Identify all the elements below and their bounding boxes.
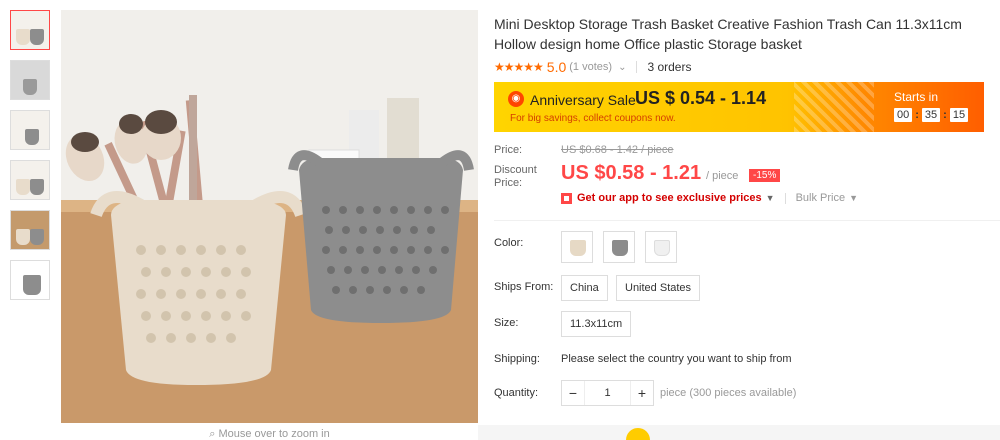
chevron-down-icon[interactable]: ⌄ (618, 62, 626, 73)
bottom-strip (478, 425, 1000, 440)
per-unit: / piece (706, 170, 739, 182)
quantity-increase-button[interactable]: + (631, 381, 653, 405)
sale-price: US $ 0.54 - 1.14 (635, 88, 767, 108)
thumbnail-list (10, 10, 54, 310)
price-label: Price: (494, 144, 523, 156)
quantity-decrease-button[interactable]: − (562, 381, 584, 405)
product-title: Mini Desktop Storage Trash Basket Creati… (494, 16, 962, 52)
color-swatch-grey[interactable] (603, 231, 635, 263)
countdown-timer: 00 : 35 : 15 (894, 108, 969, 122)
product-info: Mini Desktop Storage Trash Basket Creati… (494, 14, 994, 76)
quantity-label: Quantity: (494, 387, 539, 399)
product-photo (61, 10, 478, 423)
caret-down-icon[interactable]: ▼ (849, 193, 858, 203)
banner-stripes (794, 82, 874, 132)
orders-count: 3 orders (647, 60, 692, 74)
color-label: Color: (494, 237, 524, 249)
shipping-text: Please select the country you want to sh… (561, 353, 792, 365)
thumbnail-3[interactable] (10, 110, 50, 150)
divider (784, 192, 786, 204)
color-swatch-white[interactable] (645, 231, 677, 263)
color-swatch-beige[interactable] (561, 231, 593, 263)
product-page: ⌕ Mouse over to zoom in Mini Desktop Sto… (0, 0, 1000, 440)
timer-sep: : (915, 109, 919, 121)
starts-in-label: Starts in (894, 90, 939, 104)
rating-row: ★★★★★ 5.0 (1 votes) ⌄ 3 orders (494, 58, 994, 76)
sale-subtext: For big savings, collect coupons now. (510, 113, 676, 124)
thumbnail-2[interactable] (10, 60, 50, 100)
shipping-label: Shipping: (494, 353, 540, 365)
availability-text: piece (300 pieces available) (660, 387, 797, 399)
star-rating-icon[interactable]: ★★★★★ (494, 60, 544, 74)
app-promo-row: Get our app to see exclusive prices ▼ Bu… (561, 192, 858, 204)
ships-from-label: Ships From: (494, 281, 554, 293)
sale-pin-icon: ◉ (508, 91, 524, 107)
discount-badge: -15% (749, 169, 781, 182)
timer-seconds: 15 (949, 108, 969, 122)
zoom-hint-text: Mouse over to zoom in (218, 428, 330, 440)
zoom-hint: ⌕ Mouse over to zoom in (61, 428, 478, 440)
thumbnail-4[interactable] (10, 160, 50, 200)
timer-minutes: 35 (921, 108, 941, 122)
section-divider (494, 220, 1000, 221)
size-option-11-3x11cm[interactable]: 11.3x11cm (561, 311, 632, 337)
size-label: Size: (494, 317, 519, 329)
discount-price: US $0.58 - 1.21 (561, 162, 702, 184)
ships-from-china[interactable]: China (561, 275, 608, 301)
timer-hours: 00 (894, 108, 913, 122)
caret-down-icon[interactable]: ▼ (766, 193, 775, 203)
qr-code-icon (561, 192, 572, 204)
app-promo-link[interactable]: Get our app to see exclusive prices (577, 192, 762, 204)
thumbnail-6[interactable] (10, 260, 50, 300)
original-price: US $0.68 - 1.42 / piece (561, 144, 674, 156)
votes-link[interactable]: (1 votes) (569, 61, 612, 73)
sale-name: Anniversary Sale (530, 92, 636, 108)
timer-sep: : (943, 109, 947, 121)
ships-from-united-states[interactable]: United States (616, 275, 701, 301)
thumbnail-1[interactable] (10, 10, 50, 50)
divider (636, 61, 638, 73)
bulk-price-dropdown[interactable]: Bulk Price (796, 192, 846, 204)
anniversary-sale-banner: ◉ Anniversary Sale US $ 0.54 - 1.14 For … (494, 82, 984, 132)
discount-price-label: Discount Price: (494, 164, 537, 189)
quantity-stepper: − 1 + (561, 380, 654, 406)
magnifier-icon: ⌕ (209, 428, 216, 440)
product-main-image[interactable] (61, 10, 478, 423)
thumbnail-5[interactable] (10, 210, 50, 250)
rating-score: 5.0 (546, 59, 567, 75)
quantity-input[interactable]: 1 (584, 381, 631, 405)
